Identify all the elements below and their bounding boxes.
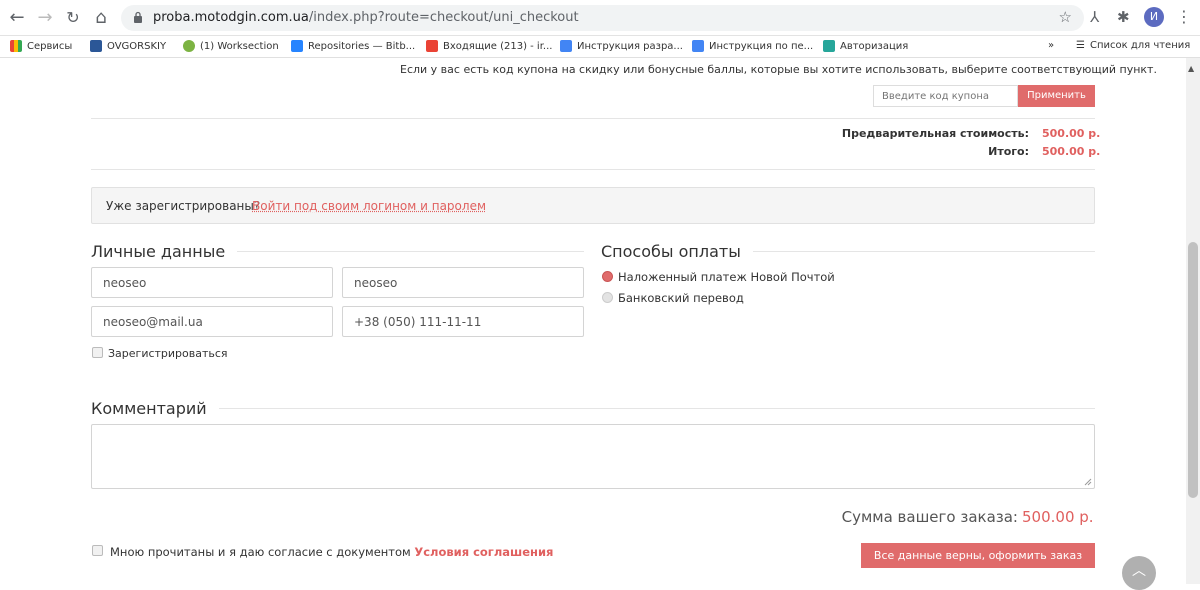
section-rule — [91, 408, 1095, 409]
coupon-input[interactable] — [873, 85, 1018, 107]
home-icon[interactable]: ⌂ — [90, 7, 112, 29]
bookmark-bitbucket[interactable]: Repositories — Bitb... — [291, 40, 415, 52]
resize-handle-icon[interactable] — [1084, 478, 1092, 486]
browser-toolbar: ← → ↻ ⌂ proba.motodgin.com.ua/index.php?… — [0, 0, 1200, 36]
bookmarks-bar: Сервисы OVGORSKIY (1) Worksection Reposi… — [0, 36, 1200, 58]
bookmark-ovgorskiy[interactable]: OVGORSKIY — [90, 40, 166, 52]
scrollbar-thumb[interactable] — [1188, 242, 1198, 498]
bookmark-docs-2[interactable]: Инструкция по пе... — [692, 40, 813, 52]
login-question: Уже зарегистрированы? — [106, 199, 261, 213]
register-label: Зарегистрироваться — [108, 347, 228, 360]
extensions-puzzle-icon[interactable]: ✱ — [1117, 8, 1130, 26]
browser-menu-icon[interactable]: ⋮ — [1176, 7, 1192, 26]
reading-list-label: Список для чтения — [1089, 40, 1191, 51]
personal-data-title: Личные данные — [91, 242, 238, 261]
back-arrow-icon[interactable]: ← — [6, 7, 28, 29]
login-link[interactable]: Войти под своим логином и паролем — [252, 199, 486, 213]
scroll-up-arrow-icon[interactable]: ▲ — [1188, 64, 1194, 73]
last-name-field[interactable] — [342, 267, 584, 298]
bookmark-apps[interactable]: Сервисы — [10, 40, 72, 52]
worksection-icon — [183, 40, 195, 52]
order-sum-value: 500.00 р. — [1022, 508, 1094, 526]
bookmark-gmail[interactable]: Входящие (213) - ir... — [426, 40, 552, 52]
phone-field[interactable] — [342, 306, 584, 337]
url-path: /index.php?route=checkout/uni_checkout — [308, 10, 579, 25]
profile-avatar[interactable]: И — [1144, 7, 1164, 27]
bookmark-label: Авторизация — [840, 40, 909, 52]
url-text[interactable]: proba.motodgin.com.ua/index.php?route=ch… — [153, 10, 579, 25]
docs-icon — [560, 40, 572, 52]
bookmarks-more-button[interactable]: » — [1048, 40, 1054, 51]
divider — [91, 169, 1095, 170]
chevron-up-icon: ︿ — [1132, 563, 1146, 579]
email-field[interactable] — [91, 306, 333, 337]
bookmark-label: Сервисы — [27, 40, 73, 52]
first-name-field[interactable] — [91, 267, 333, 298]
coupon-hint: Если у вас есть код купона на скидку или… — [400, 63, 1157, 76]
lock-icon[interactable] — [133, 11, 143, 23]
bitbucket-icon — [291, 40, 303, 52]
apply-coupon-button[interactable]: Применить — [1018, 85, 1095, 107]
comment-textarea[interactable] — [91, 424, 1095, 489]
order-sum-label: Сумма вашего заказа: — [841, 508, 1018, 526]
bookmark-docs-1[interactable]: Инструкция разра... — [560, 40, 683, 52]
reading-list-button[interactable]: ☰ Список для чтения — [1076, 40, 1190, 51]
divider — [91, 118, 1095, 119]
payment-option-bank-radio[interactable] — [602, 292, 613, 303]
reading-list-icon: ☰ — [1076, 40, 1085, 51]
payment-methods-title: Способы оплаты — [601, 242, 753, 261]
more-label: » — [1048, 40, 1055, 51]
subtotal-label: Предварительная стоимость: — [841, 127, 1029, 140]
bookmark-label: Входящие (213) - ir... — [443, 40, 553, 52]
payment-option-cod-radio[interactable] — [602, 271, 613, 282]
bookmark-label: Repositories — Bitb... — [308, 40, 416, 52]
docs-icon — [692, 40, 704, 52]
agreement-link[interactable]: Условия соглашения — [414, 545, 553, 559]
agreement-text: Мною прочитаны и я даю согласие с докуме… — [110, 545, 553, 559]
bookmark-label: OVGORSKIY — [107, 40, 167, 52]
agreement-checkbox[interactable] — [92, 545, 103, 556]
url-host: proba.motodgin.com.ua — [153, 10, 309, 25]
apps-grid-icon — [10, 40, 22, 52]
total-label: Итого: — [988, 145, 1029, 158]
extension-icon[interactable]: ⅄ — [1090, 8, 1099, 26]
place-order-button[interactable]: Все данные верны, оформить заказ — [861, 543, 1095, 568]
bookmark-label: (1) Worksection — [200, 40, 279, 52]
payment-option-cod-label[interactable]: Наложенный платеж Новой Почтой — [618, 270, 835, 284]
bookmark-label: Инструкция разра... — [577, 40, 683, 52]
total-value: 500.00 р. — [1042, 145, 1101, 158]
scroll-to-top-button[interactable]: ︿ — [1122, 556, 1156, 590]
login-prompt: Уже зарегистрированы? Войти под своим ло… — [91, 187, 1095, 224]
reload-icon[interactable]: ↻ — [62, 7, 84, 29]
address-bar[interactable]: proba.motodgin.com.ua/index.php?route=ch… — [121, 5, 1084, 31]
register-checkbox[interactable] — [92, 347, 103, 358]
subtotal-value: 500.00 р. — [1042, 127, 1101, 140]
payment-option-bank-label[interactable]: Банковский перевод — [618, 291, 744, 305]
people-icon — [90, 40, 102, 52]
comment-title: Комментарий — [91, 399, 219, 418]
bookmark-star-icon[interactable]: ☆ — [1059, 8, 1072, 26]
bookmark-worksection[interactable]: (1) Worksection — [183, 40, 279, 52]
forward-arrow-icon[interactable]: → — [34, 7, 56, 29]
bookmark-label: Инструкция по пе... — [709, 40, 814, 52]
gmail-icon — [426, 40, 438, 52]
auth-icon — [823, 40, 835, 52]
bookmark-auth[interactable]: Авторизация — [823, 40, 908, 52]
agreement-label: Мною прочитаны и я даю согласие с докуме… — [110, 545, 411, 559]
